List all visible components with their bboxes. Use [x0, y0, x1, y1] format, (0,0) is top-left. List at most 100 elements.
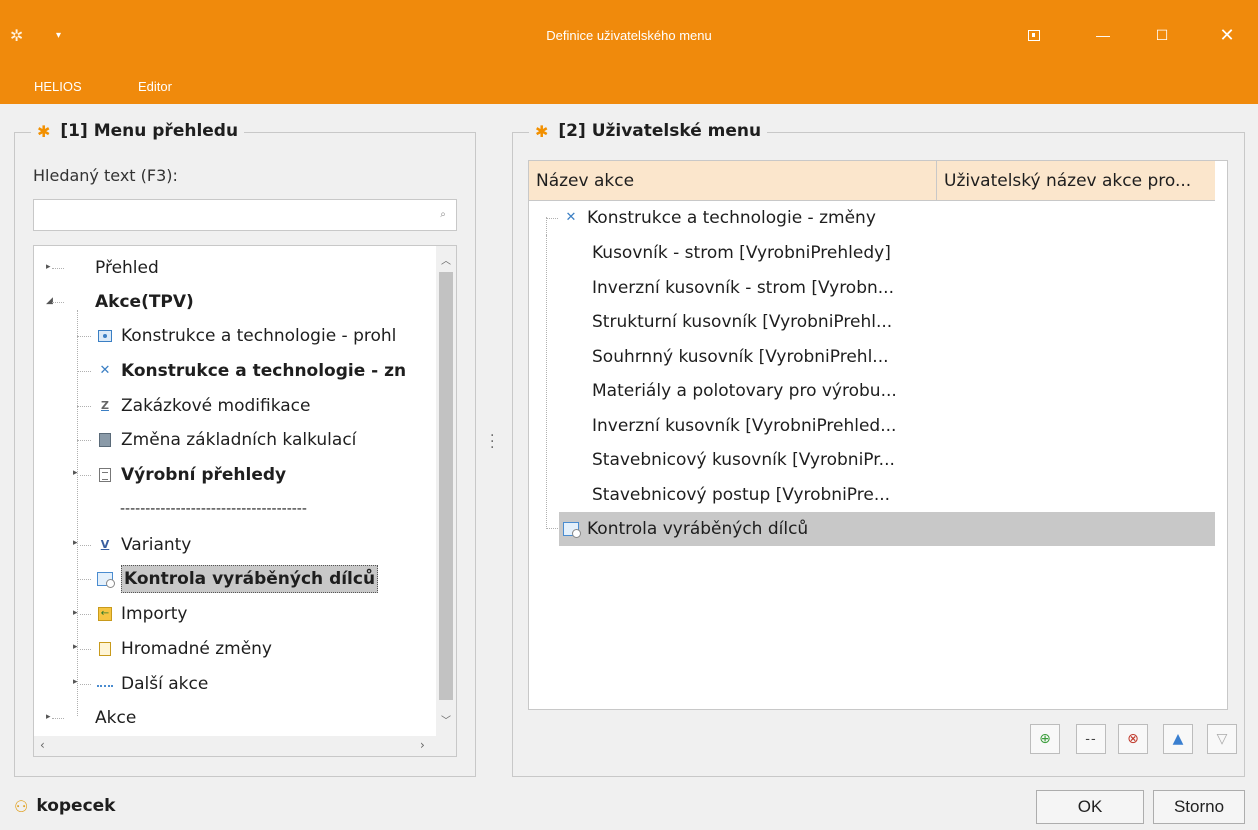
scroll-down-icon[interactable]: ﹀: [436, 712, 456, 727]
grid-row-label: Souhrnný kusovník [VyrobniPrehl...: [592, 347, 889, 367]
move-down-button[interactable]: ▽: [1207, 724, 1237, 754]
tree-connector: [546, 235, 547, 505]
grid-row[interactable]: Inverzní kusovník - strom [Vyrobn...: [592, 271, 894, 305]
menu-helios[interactable]: HELIOS: [34, 79, 82, 94]
move-up-button[interactable]: ▲: [1163, 724, 1193, 754]
tree-node[interactable]: Akce(TPV): [95, 289, 194, 315]
tree-node[interactable]: V Varianty: [95, 532, 192, 558]
tree-node[interactable]: Konstrukce a technologie - prohl: [95, 323, 396, 349]
tree-node[interactable]: Přehled: [95, 255, 159, 281]
tree-node-label: Změna základních kalkulací: [121, 430, 357, 450]
grid-row[interactable]: Strukturní kusovník [VyrobniPrehl...: [592, 305, 892, 339]
user-name: kopecek: [36, 796, 116, 816]
tree-connector: [52, 718, 64, 719]
tree-connector: [52, 302, 64, 303]
tools-icon: ✕: [565, 210, 577, 225]
collapse-icon[interactable]: ◢: [46, 296, 53, 306]
tree-node-selected[interactable]: Kontrola vyráběných dílců: [95, 565, 379, 593]
tree-node[interactable]: ← Importy: [95, 601, 187, 627]
document-icon: [95, 465, 115, 485]
expand-icon[interactable]: ▸: [73, 642, 78, 652]
tree-connector: [80, 649, 91, 650]
expand-icon[interactable]: ▸: [73, 538, 78, 548]
separator-icon: --: [1085, 731, 1097, 747]
expand-icon[interactable]: ▸: [46, 712, 51, 722]
tree-node-label: Konstrukce a technologie - prohl: [121, 326, 397, 346]
tree-node[interactable]: ✕ Konstrukce a technologie - zn: [95, 358, 407, 384]
add-separator-button[interactable]: --: [1076, 724, 1106, 754]
maximize-button[interactable]: ☐: [1139, 18, 1185, 52]
scroll-up-icon[interactable]: ︿: [436, 252, 456, 267]
plus-circle-icon: ⊕: [1039, 731, 1051, 747]
grid-row-label: Konstrukce a technologie - změny: [587, 208, 876, 228]
horizontal-scrollbar[interactable]: ‹ ›: [34, 736, 456, 756]
ok-button[interactable]: OK: [1036, 790, 1144, 824]
z-icon: Z: [101, 399, 109, 412]
expand-icon[interactable]: ▸: [46, 262, 51, 272]
tree-node-label: Akce(TPV): [95, 292, 194, 312]
expand-icon[interactable]: ▸: [73, 677, 78, 687]
cancel-button[interactable]: Storno: [1153, 790, 1245, 824]
user-icon: ⚇: [14, 796, 29, 816]
menu-overview-label: [1] Menu přehledu: [60, 121, 239, 141]
search-icon[interactable]: ⌕: [436, 208, 450, 222]
title-bar: ✲ ▾ Definice uživatelského menu — ☐ ✕ HE…: [0, 0, 1258, 104]
tree-node[interactable]: Další akce: [95, 671, 208, 697]
restore-layout-icon[interactable]: [1011, 18, 1057, 52]
tree-node-label: Další akce: [121, 674, 209, 694]
tree-node-label: Konstrukce a technologie - zn: [121, 361, 407, 381]
delete-item-button[interactable]: ⊗: [1118, 724, 1148, 754]
tree-node[interactable]: Změna základních kalkulací: [95, 427, 356, 453]
tree-separator: -------------------------------------: [120, 496, 307, 522]
tree-node-label: Hromadné změny: [121, 639, 272, 659]
expand-icon[interactable]: ▸: [73, 608, 78, 618]
import-icon: ←: [95, 604, 115, 624]
grid-row[interactable]: ✕ Konstrukce a technologie - změny: [561, 201, 876, 235]
tree-connector: [77, 440, 91, 441]
column-header-action-name[interactable]: Název akce: [529, 161, 937, 201]
grid-row[interactable]: Materiály a polotovary pro výrobu...: [592, 374, 897, 408]
grid-row-label: Inverzní kusovník - strom [Vyrobn...: [592, 278, 894, 298]
arrow-up-icon: ▲: [1172, 731, 1184, 747]
grid-row-label: Stavebnicový kusovník [VyrobniPr...: [592, 450, 895, 470]
add-item-button[interactable]: ⊕: [1030, 724, 1060, 754]
tools-icon: ✕: [99, 363, 111, 378]
vertical-scrollbar[interactable]: ︿ ﹀: [436, 246, 456, 736]
arrow-down-icon: ▽: [1216, 731, 1228, 747]
column-header-user-name[interactable]: Uživatelský název akce pro...: [937, 161, 1215, 201]
tree-node-label: Akce: [95, 708, 137, 728]
close-button[interactable]: ✕: [1204, 18, 1250, 52]
tree-connector: [80, 684, 91, 685]
tree-connector: [546, 528, 558, 529]
grid-row[interactable]: Souhrnný kusovník [VyrobniPrehl...: [592, 340, 889, 374]
tree-node-label: Přehled: [95, 258, 159, 278]
tree-connector: [546, 218, 558, 219]
grid-row[interactable]: Inverzní kusovník [VyrobniPrehled...: [592, 409, 896, 443]
scroll-left-icon[interactable]: ‹: [40, 738, 45, 752]
tree-connector: [52, 268, 64, 269]
grid-row[interactable]: Stavebnicový kusovník [VyrobniPr...: [592, 443, 895, 477]
inspection-icon: [95, 569, 115, 589]
inspection-icon: [561, 519, 581, 539]
grid-row-label: Materiály a polotovary pro výrobu...: [592, 381, 897, 401]
grid-row-selected[interactable]: Kontrola vyráběných dílců: [561, 512, 808, 546]
grid-row[interactable]: Kusovník - strom [VyrobniPrehledy]: [592, 236, 891, 270]
grid-row[interactable]: Stavebnicový postup [VyrobniPre...: [592, 478, 890, 512]
tree-node[interactable]: Akce: [95, 705, 136, 731]
overview-tree[interactable]: ▸ Přehled ◢ Akce(TPV) Konstrukce a techn…: [33, 245, 457, 757]
tree-node[interactable]: Výrobní přehledy: [95, 462, 286, 488]
tree-node-label: Kontrola vyráběných dílců: [121, 565, 379, 593]
menu-editor[interactable]: Editor: [138, 79, 172, 94]
view-icon: [95, 326, 115, 346]
grid-row-label: Strukturní kusovník [VyrobniPrehl...: [592, 312, 893, 332]
minimize-button[interactable]: —: [1080, 18, 1126, 52]
scroll-right-icon[interactable]: ›: [420, 738, 425, 752]
splitter-handle[interactable]: · · ·: [490, 429, 494, 455]
expand-icon[interactable]: ▸: [73, 468, 78, 478]
user-menu-title: ✱ [2] Uživatelské menu: [529, 121, 768, 141]
user-menu-grid[interactable]: Název akce Uživatelský název akce pro...…: [528, 160, 1228, 710]
tree-node[interactable]: Hromadné změny: [95, 636, 272, 662]
search-input[interactable]: ⌕: [33, 199, 457, 231]
tree-node[interactable]: Z Zakázkové modifikace: [95, 393, 310, 419]
scrollbar-thumb[interactable]: [439, 272, 453, 700]
